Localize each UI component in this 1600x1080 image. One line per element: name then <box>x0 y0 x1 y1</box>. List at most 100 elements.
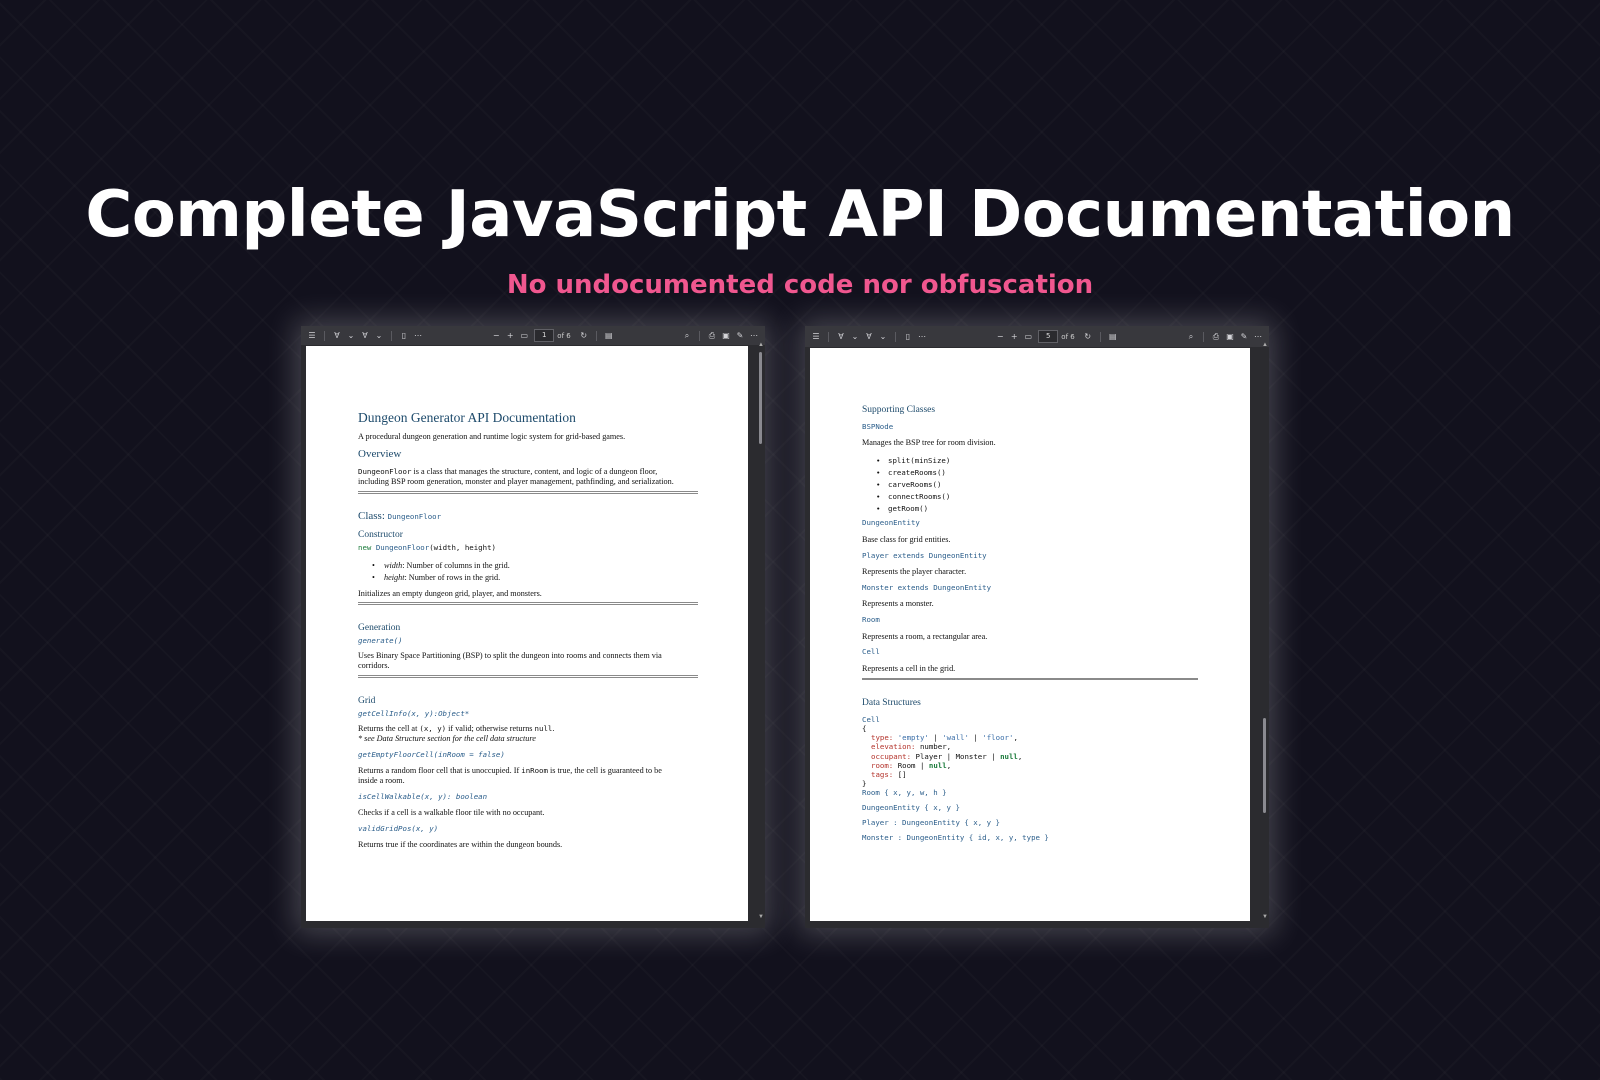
room-desc: Represents a room, a rectangular area. <box>862 632 988 641</box>
desc-part: if valid; otherwise returns <box>446 724 535 733</box>
edit-icon[interactable]: ✎ <box>733 329 747 343</box>
code-pipe: | <box>933 733 938 743</box>
param-list: width: Number of columns in the grid. he… <box>358 561 698 583</box>
page-view-icon[interactable]: ▤ <box>602 329 616 343</box>
code-value: number, <box>919 742 952 752</box>
hero-subtitle: No undocumented code nor obfuscation <box>506 270 1094 300</box>
print-icon[interactable]: ⎙ <box>1209 330 1223 344</box>
code-line: occupant: Player | Monster | null, <box>862 752 1198 761</box>
getemptyfloorcell-desc: Returns a random floor cell that is unoc… <box>358 766 698 776</box>
reader-view-icon[interactable]: ▯ <box>901 330 915 344</box>
list-item: getRoom() <box>862 503 1198 515</box>
overview-heading: Overview <box>358 448 402 460</box>
monster-desc: Represents a monster. <box>862 599 934 608</box>
chevron-down-icon[interactable]: ⌄ <box>344 329 358 343</box>
list-item: height: Number of rows in the grid. <box>358 573 698 583</box>
page-view-icon[interactable]: ▤ <box>1106 330 1120 344</box>
viewer-toolbar: ☰ ∀ ⌄ ∀ ⌄ ▯ ⋯ − + ▭ 5 of 6 ↻ ▤ ⌕ ⎙ ▣ ✎ ⋯ <box>805 326 1269 347</box>
constructor-heading: Constructor <box>358 530 403 540</box>
generation-desc: Uses Binary Space Partitioning (BSP) to … <box>358 651 662 660</box>
code-key: type: <box>871 733 894 743</box>
vertical-scrollbar[interactable]: ▲ ▼ <box>1262 342 1268 920</box>
code-comma: , <box>1017 751 1023 761</box>
scroll-down-icon[interactable]: ▼ <box>758 914 764 920</box>
code-pipe: | <box>991 751 996 761</box>
draw-icon[interactable]: ∀ <box>358 329 372 343</box>
param-name: height <box>384 572 405 582</box>
param-name: width <box>384 561 403 570</box>
keyword-new: new <box>358 543 372 552</box>
document-page: Dungeon Generator API Documentation A pr… <box>306 346 748 921</box>
scroll-up-icon[interactable]: ▲ <box>1262 342 1268 348</box>
sidebar-toggle-icon[interactable]: ☰ <box>305 329 319 343</box>
chevron-down-icon[interactable]: ⌄ <box>848 330 862 344</box>
validgridpos-signature: validGridPos(x, y) <box>358 824 439 833</box>
dungeonentity-desc: Base class for grid entities. <box>862 535 951 544</box>
more-icon[interactable]: ⋯ <box>915 330 929 344</box>
class-heading: Class: DungeonFloor <box>358 510 698 523</box>
toolbar-divider <box>1099 331 1101 342</box>
code-line: type: 'empty' | 'wall' | 'floor', <box>862 733 1198 742</box>
zoom-in-icon[interactable]: + <box>1007 330 1021 344</box>
doc-title: Dungeon Generator API Documentation <box>358 410 576 425</box>
page-total: of 6 <box>557 331 571 340</box>
player-name: Player extends DungeonEntity <box>862 551 987 560</box>
highlight-icon[interactable]: ∀ <box>330 329 344 343</box>
code-line: room: Room | null, <box>862 761 1198 770</box>
edit-icon[interactable]: ✎ <box>1237 330 1251 344</box>
code-pipe: | <box>919 760 925 770</box>
zoom-out-icon[interactable]: − <box>489 329 503 343</box>
print-icon[interactable]: ⎙ <box>705 329 719 343</box>
code-value: Room <box>897 760 916 770</box>
ds-cell-code-block: { type: 'empty' | 'wall' | 'floor', elev… <box>862 724 1198 788</box>
sidebar-toggle-icon[interactable]: ☰ <box>809 330 823 344</box>
getemptyfloorcell-signature: getEmptyFloorCell(inRoom = false) <box>358 750 505 759</box>
iscellwalkable-desc: Checks if a cell is a walkable floor til… <box>358 808 545 817</box>
bspnode-name: BSPNode <box>862 422 894 431</box>
page-total: of 6 <box>1061 332 1075 341</box>
scroll-up-icon[interactable]: ▲ <box>758 342 764 348</box>
class-heading-code: DungeonFloor <box>387 512 442 521</box>
page-number-input[interactable]: 5 <box>1038 330 1059 343</box>
desc-part: Returns a random floor cell that is unoc… <box>358 766 522 775</box>
param-desc: : Number of rows in the grid. <box>404 572 501 582</box>
more-icon[interactable]: ⋯ <box>747 329 761 343</box>
rotate-icon[interactable]: ↻ <box>577 329 591 343</box>
search-icon[interactable]: ⌕ <box>680 329 694 343</box>
ds-room-struct: Room { x, y, w, h } <box>862 788 947 797</box>
grid-heading: Grid <box>358 696 376 706</box>
highlight-icon[interactable]: ∀ <box>834 330 848 344</box>
reader-view-icon[interactable]: ▯ <box>397 329 411 343</box>
param-desc: : Number of columns in the grid. <box>402 561 510 570</box>
desc-part: is true, the cell is guaranteed to be <box>547 766 662 775</box>
fit-page-icon[interactable]: ▭ <box>1021 330 1035 344</box>
save-icon[interactable]: ▣ <box>719 329 733 343</box>
desc-part: Returns the cell at <box>358 724 420 733</box>
page-number-input[interactable]: 1 <box>534 329 555 342</box>
scroll-thumb[interactable] <box>1263 718 1266 813</box>
list-item: split(minSize) <box>862 455 1198 467</box>
viewer-toolbar: ☰ ∀ ⌄ ∀ ⌄ ▯ ⋯ − + ▭ 1 of 6 ↻ ▤ ⌕ ⎙ ▣ ✎ ⋯ <box>301 326 765 345</box>
zoom-in-icon[interactable]: + <box>503 329 517 343</box>
inline-code: null <box>534 724 553 733</box>
overview-text-line-2: including BSP room generation, monster a… <box>358 477 674 486</box>
fit-page-icon[interactable]: ▭ <box>517 329 531 343</box>
inline-code: inRoom <box>521 766 548 775</box>
generation-heading: Generation <box>358 623 401 633</box>
save-icon[interactable]: ▣ <box>1223 330 1237 344</box>
scroll-thumb[interactable] <box>759 352 762 444</box>
vertical-scrollbar[interactable]: ▲ ▼ <box>758 342 764 920</box>
scroll-down-icon[interactable]: ▼ <box>1262 914 1268 920</box>
code-null: null <box>1000 751 1018 761</box>
more-icon[interactable]: ⋯ <box>411 329 425 343</box>
zoom-out-icon[interactable]: − <box>993 330 1007 344</box>
search-icon[interactable]: ⌕ <box>1184 330 1198 344</box>
pdf-viewer-left: ☰ ∀ ⌄ ∀ ⌄ ▯ ⋯ − + ▭ 1 of 6 ↻ ▤ ⌕ ⎙ ▣ ✎ ⋯… <box>301 326 765 928</box>
rotate-icon[interactable]: ↻ <box>1081 330 1095 344</box>
draw-icon[interactable]: ∀ <box>862 330 876 344</box>
constructor-desc: Initializes an empty dungeon grid, playe… <box>358 589 542 598</box>
toolbar-divider <box>828 331 829 342</box>
cell-desc: Represents a cell in the grid. <box>862 664 956 673</box>
chevron-down-icon[interactable]: ⌄ <box>876 330 890 344</box>
chevron-down-icon[interactable]: ⌄ <box>372 329 386 343</box>
